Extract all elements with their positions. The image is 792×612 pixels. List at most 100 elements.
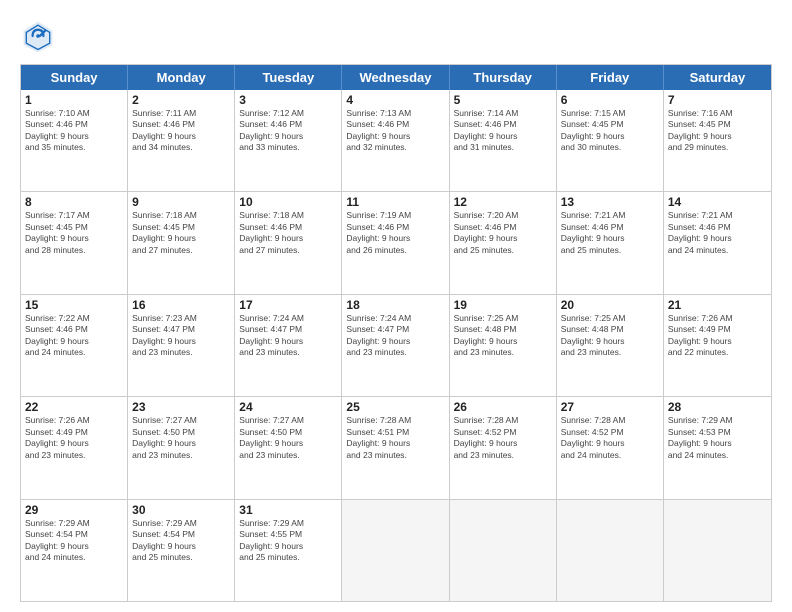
day-info: Sunrise: 7:12 AM Sunset: 4:46 PM Dayligh… — [239, 108, 337, 154]
empty-cell — [342, 500, 449, 601]
day-info: Sunrise: 7:27 AM Sunset: 4:50 PM Dayligh… — [239, 415, 337, 461]
calendar: SundayMondayTuesdayWednesdayThursdayFrid… — [20, 64, 772, 602]
day-info: Sunrise: 7:29 AM Sunset: 4:54 PM Dayligh… — [132, 518, 230, 564]
weekday-header: Sunday — [21, 65, 128, 90]
calendar-row: 1Sunrise: 7:10 AM Sunset: 4:46 PM Daylig… — [21, 90, 771, 191]
weekday-header: Thursday — [450, 65, 557, 90]
weekday-header: Monday — [128, 65, 235, 90]
day-8: 8Sunrise: 7:17 AM Sunset: 4:45 PM Daylig… — [21, 192, 128, 293]
day-number: 9 — [132, 195, 230, 209]
day-24: 24Sunrise: 7:27 AM Sunset: 4:50 PM Dayli… — [235, 397, 342, 498]
day-18: 18Sunrise: 7:24 AM Sunset: 4:47 PM Dayli… — [342, 295, 449, 396]
day-1: 1Sunrise: 7:10 AM Sunset: 4:46 PM Daylig… — [21, 90, 128, 191]
day-number: 20 — [561, 298, 659, 312]
day-info: Sunrise: 7:22 AM Sunset: 4:46 PM Dayligh… — [25, 313, 123, 359]
day-17: 17Sunrise: 7:24 AM Sunset: 4:47 PM Dayli… — [235, 295, 342, 396]
day-number: 14 — [668, 195, 767, 209]
day-info: Sunrise: 7:28 AM Sunset: 4:51 PM Dayligh… — [346, 415, 444, 461]
day-info: Sunrise: 7:29 AM Sunset: 4:55 PM Dayligh… — [239, 518, 337, 564]
weekday-header: Wednesday — [342, 65, 449, 90]
day-info: Sunrise: 7:19 AM Sunset: 4:46 PM Dayligh… — [346, 210, 444, 256]
logo-icon — [20, 18, 56, 54]
day-info: Sunrise: 7:17 AM Sunset: 4:45 PM Dayligh… — [25, 210, 123, 256]
day-number: 30 — [132, 503, 230, 517]
empty-cell — [557, 500, 664, 601]
day-number: 15 — [25, 298, 123, 312]
day-7: 7Sunrise: 7:16 AM Sunset: 4:45 PM Daylig… — [664, 90, 771, 191]
day-16: 16Sunrise: 7:23 AM Sunset: 4:47 PM Dayli… — [128, 295, 235, 396]
empty-cell — [450, 500, 557, 601]
day-info: Sunrise: 7:26 AM Sunset: 4:49 PM Dayligh… — [668, 313, 767, 359]
day-25: 25Sunrise: 7:28 AM Sunset: 4:51 PM Dayli… — [342, 397, 449, 498]
day-12: 12Sunrise: 7:20 AM Sunset: 4:46 PM Dayli… — [450, 192, 557, 293]
day-number: 19 — [454, 298, 552, 312]
day-10: 10Sunrise: 7:18 AM Sunset: 4:46 PM Dayli… — [235, 192, 342, 293]
day-number: 7 — [668, 93, 767, 107]
day-info: Sunrise: 7:29 AM Sunset: 4:53 PM Dayligh… — [668, 415, 767, 461]
day-2: 2Sunrise: 7:11 AM Sunset: 4:46 PM Daylig… — [128, 90, 235, 191]
calendar-row: 15Sunrise: 7:22 AM Sunset: 4:46 PM Dayli… — [21, 294, 771, 396]
day-23: 23Sunrise: 7:27 AM Sunset: 4:50 PM Dayli… — [128, 397, 235, 498]
day-info: Sunrise: 7:23 AM Sunset: 4:47 PM Dayligh… — [132, 313, 230, 359]
day-info: Sunrise: 7:11 AM Sunset: 4:46 PM Dayligh… — [132, 108, 230, 154]
day-22: 22Sunrise: 7:26 AM Sunset: 4:49 PM Dayli… — [21, 397, 128, 498]
day-number: 26 — [454, 400, 552, 414]
day-14: 14Sunrise: 7:21 AM Sunset: 4:46 PM Dayli… — [664, 192, 771, 293]
day-info: Sunrise: 7:29 AM Sunset: 4:54 PM Dayligh… — [25, 518, 123, 564]
day-info: Sunrise: 7:27 AM Sunset: 4:50 PM Dayligh… — [132, 415, 230, 461]
calendar-header: SundayMondayTuesdayWednesdayThursdayFrid… — [21, 65, 771, 90]
day-6: 6Sunrise: 7:15 AM Sunset: 4:45 PM Daylig… — [557, 90, 664, 191]
calendar-row: 8Sunrise: 7:17 AM Sunset: 4:45 PM Daylig… — [21, 191, 771, 293]
day-info: Sunrise: 7:10 AM Sunset: 4:46 PM Dayligh… — [25, 108, 123, 154]
day-number: 17 — [239, 298, 337, 312]
day-19: 19Sunrise: 7:25 AM Sunset: 4:48 PM Dayli… — [450, 295, 557, 396]
day-info: Sunrise: 7:21 AM Sunset: 4:46 PM Dayligh… — [561, 210, 659, 256]
weekday-header: Saturday — [664, 65, 771, 90]
day-info: Sunrise: 7:18 AM Sunset: 4:45 PM Dayligh… — [132, 210, 230, 256]
day-number: 5 — [454, 93, 552, 107]
day-number: 29 — [25, 503, 123, 517]
day-number: 1 — [25, 93, 123, 107]
day-30: 30Sunrise: 7:29 AM Sunset: 4:54 PM Dayli… — [128, 500, 235, 601]
day-15: 15Sunrise: 7:22 AM Sunset: 4:46 PM Dayli… — [21, 295, 128, 396]
day-info: Sunrise: 7:16 AM Sunset: 4:45 PM Dayligh… — [668, 108, 767, 154]
day-number: 21 — [668, 298, 767, 312]
day-info: Sunrise: 7:21 AM Sunset: 4:46 PM Dayligh… — [668, 210, 767, 256]
day-info: Sunrise: 7:25 AM Sunset: 4:48 PM Dayligh… — [454, 313, 552, 359]
day-number: 8 — [25, 195, 123, 209]
day-info: Sunrise: 7:14 AM Sunset: 4:46 PM Dayligh… — [454, 108, 552, 154]
day-9: 9Sunrise: 7:18 AM Sunset: 4:45 PM Daylig… — [128, 192, 235, 293]
header — [20, 18, 772, 54]
day-info: Sunrise: 7:28 AM Sunset: 4:52 PM Dayligh… — [561, 415, 659, 461]
day-number: 18 — [346, 298, 444, 312]
day-3: 3Sunrise: 7:12 AM Sunset: 4:46 PM Daylig… — [235, 90, 342, 191]
day-info: Sunrise: 7:24 AM Sunset: 4:47 PM Dayligh… — [346, 313, 444, 359]
day-info: Sunrise: 7:13 AM Sunset: 4:46 PM Dayligh… — [346, 108, 444, 154]
logo — [20, 18, 60, 54]
day-5: 5Sunrise: 7:14 AM Sunset: 4:46 PM Daylig… — [450, 90, 557, 191]
calendar-row: 29Sunrise: 7:29 AM Sunset: 4:54 PM Dayli… — [21, 499, 771, 601]
day-number: 16 — [132, 298, 230, 312]
day-28: 28Sunrise: 7:29 AM Sunset: 4:53 PM Dayli… — [664, 397, 771, 498]
day-number: 3 — [239, 93, 337, 107]
day-info: Sunrise: 7:28 AM Sunset: 4:52 PM Dayligh… — [454, 415, 552, 461]
day-info: Sunrise: 7:18 AM Sunset: 4:46 PM Dayligh… — [239, 210, 337, 256]
day-number: 28 — [668, 400, 767, 414]
weekday-header: Friday — [557, 65, 664, 90]
day-number: 11 — [346, 195, 444, 209]
empty-cell — [664, 500, 771, 601]
day-number: 2 — [132, 93, 230, 107]
day-number: 23 — [132, 400, 230, 414]
day-number: 13 — [561, 195, 659, 209]
day-info: Sunrise: 7:25 AM Sunset: 4:48 PM Dayligh… — [561, 313, 659, 359]
day-info: Sunrise: 7:15 AM Sunset: 4:45 PM Dayligh… — [561, 108, 659, 154]
day-info: Sunrise: 7:24 AM Sunset: 4:47 PM Dayligh… — [239, 313, 337, 359]
day-26: 26Sunrise: 7:28 AM Sunset: 4:52 PM Dayli… — [450, 397, 557, 498]
day-11: 11Sunrise: 7:19 AM Sunset: 4:46 PM Dayli… — [342, 192, 449, 293]
day-number: 12 — [454, 195, 552, 209]
day-number: 31 — [239, 503, 337, 517]
calendar-row: 22Sunrise: 7:26 AM Sunset: 4:49 PM Dayli… — [21, 396, 771, 498]
day-number: 4 — [346, 93, 444, 107]
day-number: 24 — [239, 400, 337, 414]
day-20: 20Sunrise: 7:25 AM Sunset: 4:48 PM Dayli… — [557, 295, 664, 396]
